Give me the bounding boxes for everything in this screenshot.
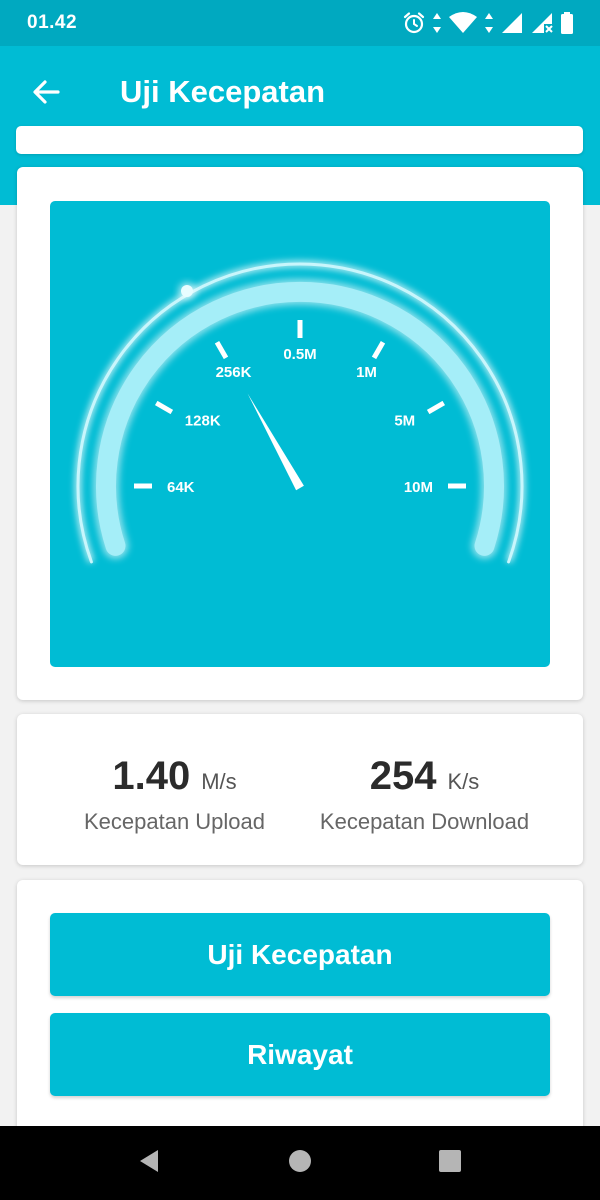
upload-label: Kecepatan Upload xyxy=(83,809,266,834)
page-title: Uji Kecepatan xyxy=(120,74,326,109)
scrolled-card-edge xyxy=(16,126,583,154)
nav-recents-icon xyxy=(437,1148,463,1179)
gauge-tick xyxy=(426,400,446,415)
download-unit: K/s xyxy=(447,769,480,794)
signal-no-sim-icon xyxy=(530,11,554,35)
signal-icon xyxy=(500,11,524,35)
status-icons xyxy=(402,9,574,37)
download-label: Kecepatan Download xyxy=(319,809,530,834)
speed-results-card: 1.40 M/s Kecepatan Upload 254 K/s Kecepa… xyxy=(17,714,583,865)
download-stat: 254 K/s Kecepatan Download xyxy=(283,754,566,835)
actions-card: Uji Kecepatan Riwayat xyxy=(17,880,583,1140)
navigation-bar xyxy=(0,1126,600,1200)
alarm-icon xyxy=(402,11,426,35)
speedometer: 64K 128K 256K 0.5M 1M 5M 10M xyxy=(50,201,550,667)
back-button[interactable] xyxy=(22,70,70,118)
speed-test-button[interactable]: Uji Kecepatan xyxy=(50,913,550,996)
upload-unit: M/s xyxy=(201,769,237,794)
nav-home-button[interactable] xyxy=(284,1147,316,1179)
wifi-icon xyxy=(448,11,478,35)
gauge-tick-label: 64K xyxy=(167,479,195,496)
nav-home-icon xyxy=(287,1148,313,1179)
download-value: 254 xyxy=(369,754,437,798)
gauge-tick-label: 128K xyxy=(185,413,221,430)
gauge-tick-label: 256K xyxy=(216,364,252,381)
speedometer-graphic: 64K 128K 256K 0.5M 1M 5M 10M xyxy=(75,261,525,564)
status-time: 01.42 xyxy=(27,12,78,33)
progress-dot xyxy=(181,285,193,297)
data-arrows-icon xyxy=(432,11,442,35)
gauge-tick-label: 10M xyxy=(404,479,433,496)
nav-back-icon xyxy=(136,1148,162,1179)
history-button[interactable]: Riwayat xyxy=(50,1013,550,1096)
arrow-left-icon xyxy=(31,77,61,112)
nav-back-button[interactable] xyxy=(133,1147,165,1179)
gauge-tick xyxy=(154,400,174,415)
gauge-tick-label: 5M xyxy=(394,413,415,430)
battery-icon xyxy=(560,11,574,35)
gauge-tick xyxy=(371,340,386,360)
gauge-tick-label: 1M xyxy=(356,364,377,381)
gauge-card: 64K 128K 256K 0.5M 1M 5M 10M xyxy=(17,167,583,700)
outer-arc-glow xyxy=(75,261,525,563)
nav-recents-button[interactable] xyxy=(434,1147,466,1179)
gauge-tick-label: 0.5M xyxy=(283,346,316,363)
status-bar: 01.42 xyxy=(0,0,600,46)
outer-arc xyxy=(76,262,524,564)
upload-stat: 1.40 M/s Kecepatan Upload xyxy=(33,754,316,835)
data-arrows-icon xyxy=(484,11,494,35)
upload-value: 1.40 xyxy=(112,754,191,798)
gauge-needle xyxy=(247,393,304,491)
gauge-tick xyxy=(214,340,229,360)
